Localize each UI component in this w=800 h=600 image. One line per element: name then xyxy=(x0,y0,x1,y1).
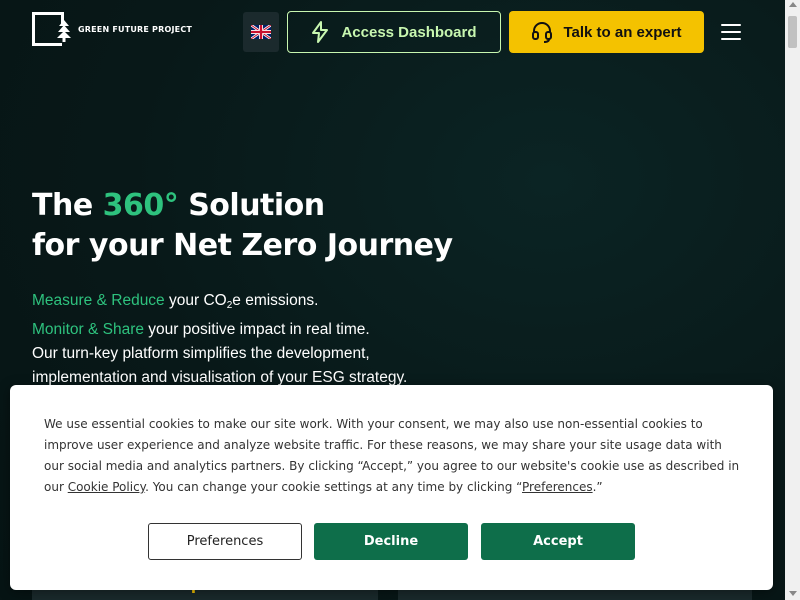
title-line2: for your Net Zero Journey xyxy=(32,228,453,263)
measure-reduce-text: Measure & Reduce xyxy=(32,292,165,309)
scroll-up-icon[interactable] xyxy=(789,2,797,7)
lightning-icon xyxy=(312,21,329,43)
cookie-text-2: . You can change your cookie settings at… xyxy=(145,480,523,494)
line1-a: your CO xyxy=(164,292,227,309)
decline-button[interactable]: Decline xyxy=(314,523,468,560)
logo[interactable]: GREEN FUTURE PROJECT xyxy=(32,12,192,46)
hero-title: The 360° Solution for your Net Zero Jour… xyxy=(32,186,453,266)
accept-button[interactable]: Accept xyxy=(481,523,635,560)
logo-text: GREEN FUTURE PROJECT xyxy=(78,24,193,34)
tree-icon xyxy=(57,20,71,42)
cookie-text-3: .” xyxy=(592,480,603,494)
talk-to-expert-label: Talk to an expert xyxy=(563,23,682,41)
cookie-policy-link[interactable]: Cookie Policy xyxy=(68,480,145,494)
title-pre: The xyxy=(32,188,103,223)
platform-text: Our turn-key platform simplifies the dev… xyxy=(32,345,408,386)
preferences-link[interactable]: Preferences xyxy=(522,480,593,494)
uk-flag-icon xyxy=(251,25,271,39)
page-scrollbar[interactable] xyxy=(785,0,800,600)
scroll-thumb[interactable] xyxy=(788,16,797,48)
preferences-button[interactable]: Preferences xyxy=(148,523,302,560)
title-post: Solution xyxy=(178,188,325,223)
talk-to-expert-button[interactable]: Talk to an expert xyxy=(509,11,704,53)
cookie-banner: We use essential cookies to make our sit… xyxy=(10,385,773,590)
language-button[interactable] xyxy=(243,12,279,52)
cookie-text: We use essential cookies to make our sit… xyxy=(44,414,744,498)
line1-b: e emissions. xyxy=(232,292,319,309)
scroll-down-icon[interactable] xyxy=(789,591,797,596)
access-dashboard-label: Access Dashboard xyxy=(341,23,477,41)
title-accent: 360° xyxy=(102,188,179,223)
monitor-share-text: Monitor & Share xyxy=(32,321,144,338)
line2-rest: your positive impact in real time. xyxy=(144,321,370,338)
hero-description: Measure & Reduce your CO2e emissions. Mo… xyxy=(32,289,452,390)
hamburger-icon[interactable] xyxy=(721,24,741,40)
access-dashboard-button[interactable]: Access Dashboard xyxy=(287,11,501,53)
headset-icon xyxy=(532,22,553,43)
